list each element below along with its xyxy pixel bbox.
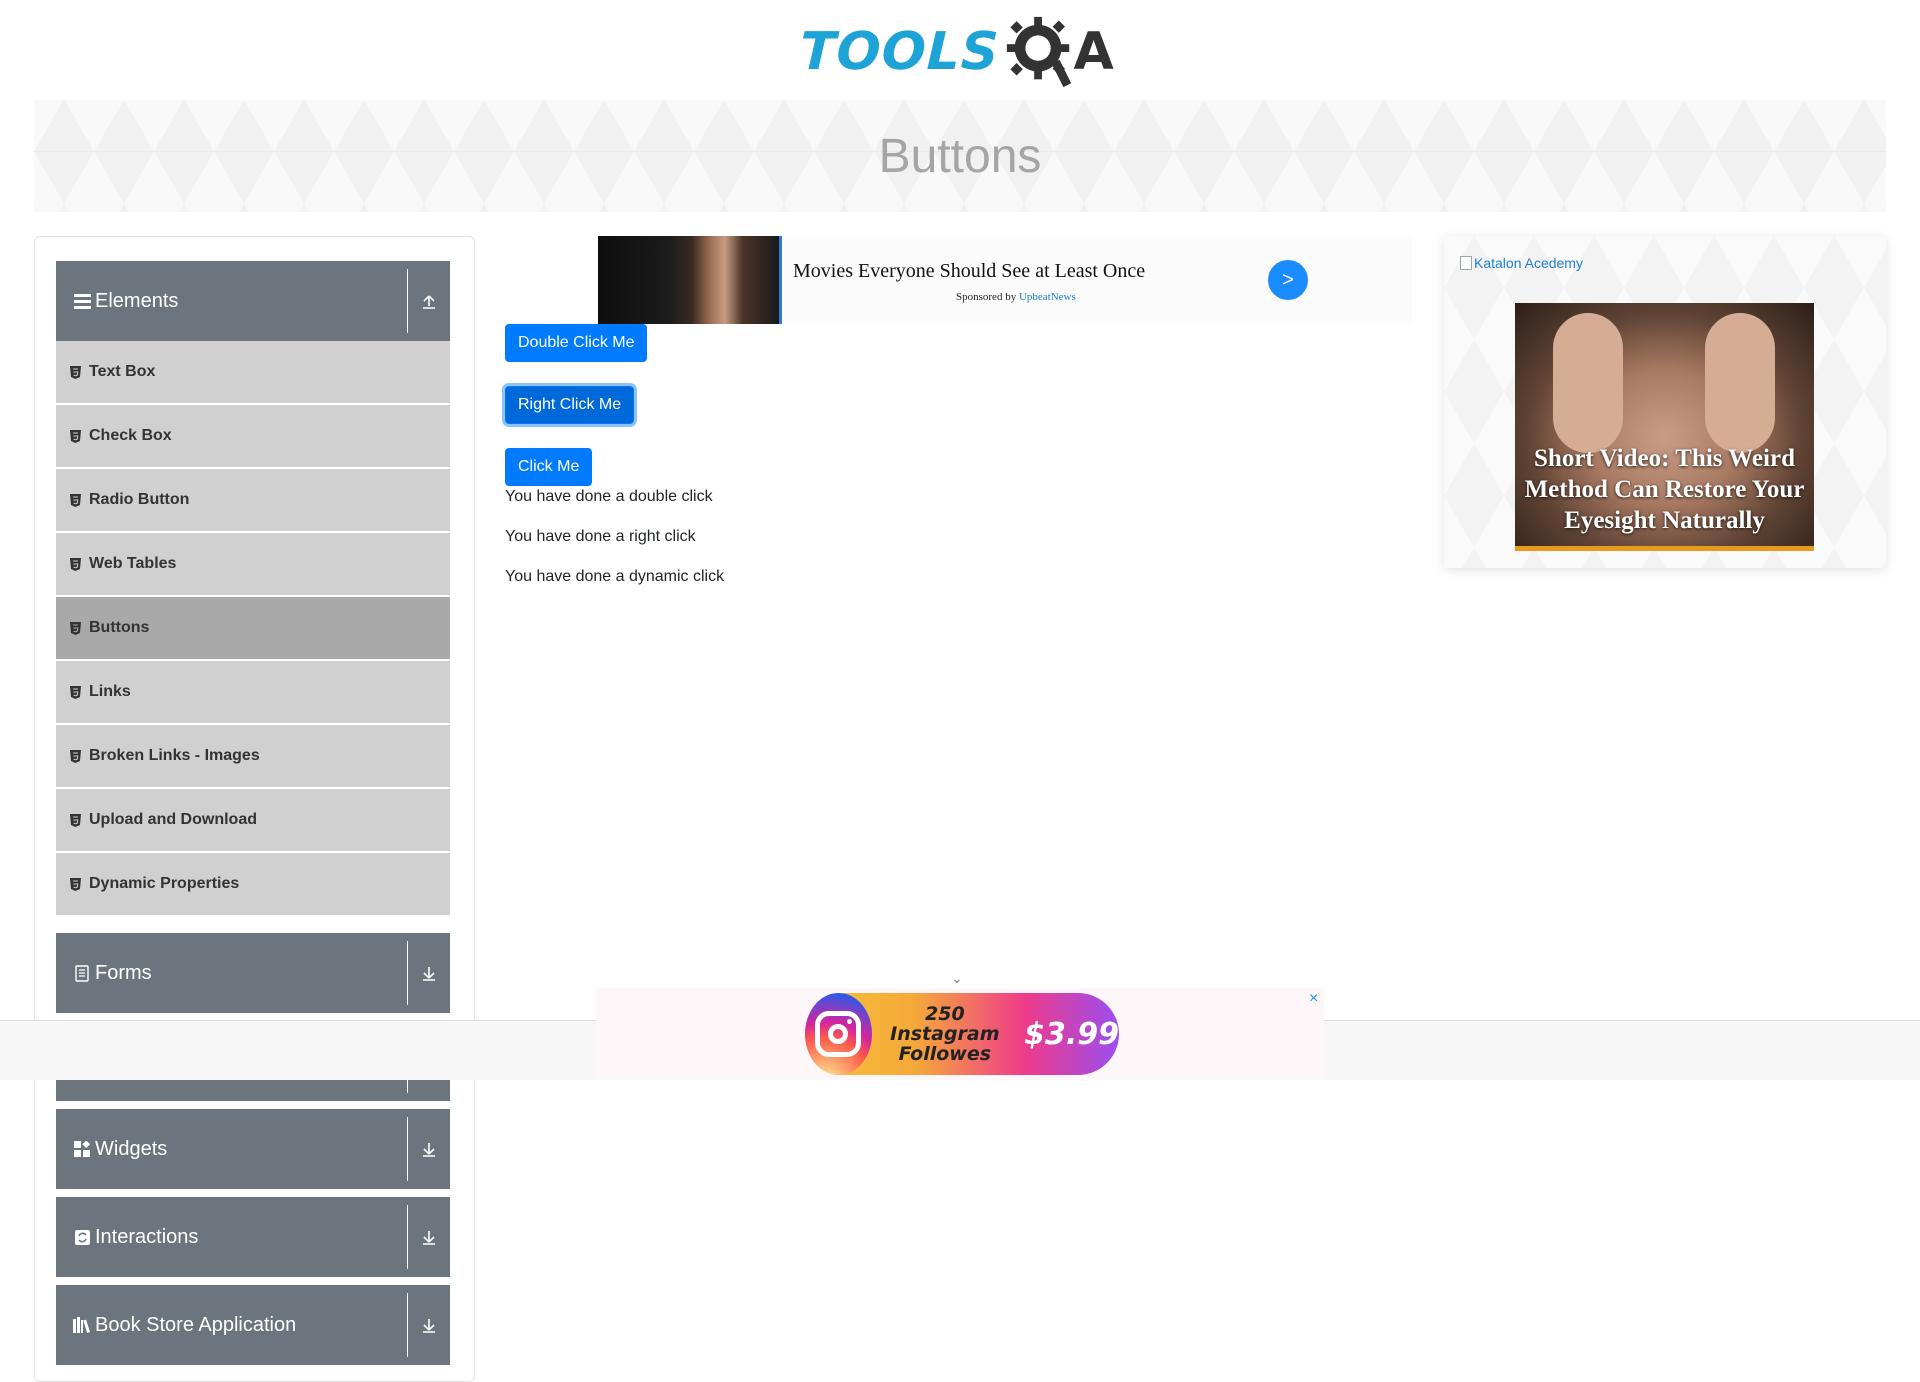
logo-text-tools: TOOLS: [798, 22, 1001, 82]
click-me-button[interactable]: Click Me: [505, 448, 593, 486]
html5-icon: [70, 877, 82, 891]
sidebar-group-interactions[interactable]: Interactions: [56, 1197, 450, 1277]
sidebar-group-title: Book Store Application: [95, 1313, 297, 1336]
sponsored-ad-banner[interactable]: Movies Everyone Should See at Least Once…: [598, 236, 1412, 324]
right-click-message: You have done a right click: [505, 528, 696, 545]
eyesight-ad-caption: Short Video: This Weird Method Can Resto…: [1524, 445, 1805, 534]
close-icon[interactable]: ×: [1309, 990, 1318, 1008]
sidebar-group-title: Elements: [95, 289, 179, 312]
instagram-ad-line1: 250 Instagram: [890, 1003, 1000, 1045]
sidebar-group-forms[interactable]: Forms: [56, 933, 450, 1013]
ad-next-button[interactable]: >: [1268, 260, 1308, 300]
html5-icon: [70, 365, 82, 379]
sidebar-item-label: Dynamic Properties: [89, 875, 240, 892]
sidebar-item-label: Buttons: [89, 619, 150, 636]
sidebar-item-text-box[interactable]: Text Box: [56, 341, 450, 403]
toolsqa-logo[interactable]: TOOLS A: [798, 14, 1124, 90]
dynamic-click-message: You have done a dynamic click: [505, 568, 725, 585]
expand-down-icon[interactable]: [407, 1117, 450, 1181]
sidebar: Elements Text Box Check Box Radio Button…: [34, 236, 475, 1382]
hamburger-icon: [73, 293, 91, 309]
instagram-ad-price: $3.99: [1024, 1016, 1119, 1052]
widgets-icon: [73, 1141, 91, 1157]
right-ad-panel: Katalon Acedemy Short Video: This Weird …: [1444, 236, 1886, 568]
ad-image-hand-left: [1553, 313, 1623, 453]
sidebar-group-title: Forms: [95, 961, 152, 984]
double-click-button[interactable]: Double Click Me: [505, 324, 648, 362]
html5-icon: [70, 813, 82, 827]
sidebar-item-label: Text Box: [89, 363, 156, 380]
sidebar-item-check-box[interactable]: Check Box: [56, 405, 450, 467]
sidebar-item-broken-links[interactable]: Broken Links - Images: [56, 725, 450, 787]
page-title: Buttons: [878, 129, 1042, 183]
document-icon: [73, 964, 91, 982]
ad-image-hand-right: [1705, 313, 1775, 453]
collapse-up-icon[interactable]: [407, 269, 450, 333]
sidebar-item-label: Web Tables: [89, 555, 177, 572]
elements-menu: Text Box Check Box Radio Button Web Tabl…: [56, 341, 450, 917]
eyesight-ad-image[interactable]: Short Video: This Weird Method Can Resto…: [1515, 303, 1814, 551]
ad-sponsor-name[interactable]: UpbeatNews: [1019, 291, 1076, 303]
sidebar-item-links[interactable]: Links: [56, 661, 450, 723]
sidebar-item-radio-button[interactable]: Radio Button: [56, 469, 450, 531]
double-click-message: You have done a double click: [505, 488, 713, 505]
html5-icon: [70, 685, 82, 699]
sidebar-item-dynamic-properties[interactable]: Dynamic Properties: [56, 853, 450, 915]
books-icon: [73, 1317, 91, 1333]
interactions-icon: [73, 1229, 91, 1245]
katalon-academy-link[interactable]: Katalon Acedemy: [1460, 255, 1583, 271]
sidebar-group-title: Widgets: [95, 1137, 168, 1160]
instagram-icon: [805, 993, 872, 1075]
html5-icon: [70, 621, 82, 635]
sidebar-item-upload-download[interactable]: Upload and Download: [56, 789, 450, 851]
sidebar-item-web-tables[interactable]: Web Tables: [56, 533, 450, 595]
sidebar-item-label: Broken Links - Images: [89, 747, 260, 764]
html5-icon: [70, 429, 82, 443]
ad-sponsor-prefix: Sponsored by: [956, 291, 1017, 303]
expand-down-icon[interactable]: [407, 941, 450, 1005]
expand-down-icon[interactable]: [407, 1293, 450, 1357]
ad-sponsor-line: Sponsored by UpbeatNews: [956, 291, 1076, 303]
right-click-button[interactable]: Right Click Me: [505, 386, 635, 424]
sidebar-item-label: Links: [89, 683, 131, 700]
gear-magnifier-icon: [1007, 16, 1072, 88]
chevron-down-icon[interactable]: ⌄: [951, 970, 963, 987]
expand-down-icon[interactable]: [407, 1205, 450, 1269]
sidebar-group-title: Interactions: [95, 1225, 199, 1248]
sidebar-item-buttons[interactable]: Buttons: [56, 597, 450, 659]
sidebar-group-elements[interactable]: Elements: [56, 261, 450, 341]
logo-text-a: A: [1073, 22, 1114, 82]
html5-icon: [70, 493, 82, 507]
instagram-followers-ad[interactable]: 250 Instagram Followes $3.99: [805, 993, 1119, 1075]
sidebar-item-label: Check Box: [89, 427, 172, 444]
ad-thumbnail-image: [598, 236, 782, 324]
sidebar-group-book-store[interactable]: Book Store Application: [56, 1285, 450, 1365]
sidebar-item-label: Upload and Download: [89, 811, 257, 828]
sidebar-item-label: Radio Button: [89, 491, 190, 508]
instagram-ad-text: 250 Instagram Followes: [882, 1004, 1008, 1064]
html5-icon: [70, 749, 82, 763]
broken-image-icon: [1460, 256, 1472, 270]
html5-icon: [70, 557, 82, 571]
page-banner: Buttons: [34, 100, 1886, 212]
instagram-ad-line2: Followes: [898, 1043, 992, 1065]
sidebar-group-widgets[interactable]: Widgets: [56, 1109, 450, 1189]
katalon-link-text: Katalon Acedemy: [1474, 255, 1583, 271]
ad-headline: Movies Everyone Should See at Least Once: [793, 260, 1146, 282]
